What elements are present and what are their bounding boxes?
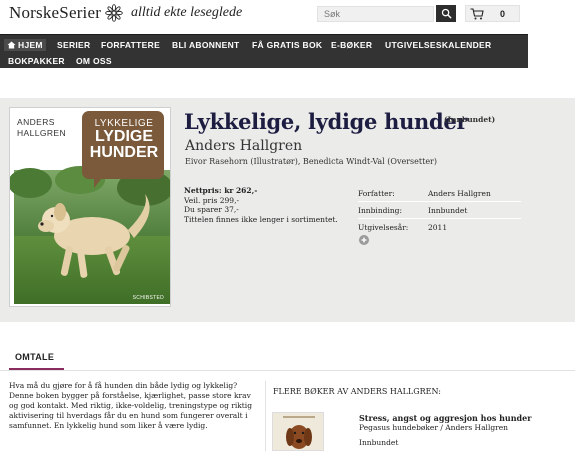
expand-plus-icon[interactable] — [359, 235, 369, 245]
info-value-author[interactable]: Anders Hallgren — [428, 189, 521, 198]
info-row: Innbinding: Innbundet — [358, 202, 521, 219]
more-book-binding: Innbundet — [359, 438, 399, 447]
nav-item-serier[interactable]: SERIER — [57, 40, 90, 50]
cover-title-line3: HUNDER — [89, 144, 159, 161]
cover-author: ANDERS HALLGREN — [17, 117, 67, 138]
tab-omtale[interactable]: OMTALE — [9, 350, 64, 370]
cover-publisher: SCHIBSTED — [132, 295, 164, 301]
product-info-table: Forfatter: Anders Hallgren Innbinding: I… — [358, 185, 521, 236]
book-cover[interactable]: ANDERS HALLGREN LYKKELIGE LYDIGE HUNDER … — [9, 107, 171, 307]
nav-item-utgivelseskalender[interactable]: UTGIVELSESKALENDER — [385, 40, 491, 50]
search-icon — [441, 8, 452, 19]
book-title: Lykkelige, lydige hunder — [184, 109, 468, 134]
search-placeholder: Søk — [324, 9, 341, 19]
book-description: Hva må du gjøre for å få hunden din både… — [9, 381, 252, 430]
cover-title: LYKKELIGE LYDIGE HUNDER — [84, 118, 164, 161]
binding-tag: (Innbundet) — [444, 115, 496, 124]
more-book-cover[interactable] — [272, 412, 324, 451]
cart-icon — [470, 7, 484, 19]
book-contributors: Eivor Rasehorn (Illustratør), Benedicta … — [185, 157, 437, 166]
nav-item-bli-abonnent[interactable]: BLI ABONNENT — [172, 40, 240, 50]
nav-item-bokpakker[interactable]: BOKPAKKER — [8, 56, 65, 66]
info-key-year: Utgivelsesår: — [358, 223, 409, 232]
column-divider — [265, 381, 266, 451]
nav-item-om-oss[interactable]: OM OSS — [76, 56, 112, 66]
cart-count: 0 — [500, 8, 506, 19]
savings: Du sparer 37,- — [184, 205, 239, 214]
net-price: Nettpris: kr 262,- — [184, 186, 258, 195]
more-book-cover-art — [273, 413, 323, 450]
info-row: Utgivelsesår: 2011 — [358, 219, 521, 236]
nav-item-gratis-bok[interactable]: FÅ GRATIS BOK — [252, 40, 322, 50]
search-button[interactable] — [436, 5, 456, 22]
info-key-author: Forfatter: — [358, 188, 395, 198]
home-icon — [7, 41, 16, 49]
availability-note: Tittelen finnes ikke lenger i sortimente… — [184, 214, 338, 224]
more-book-series: Pegasus hundebøker / Anders Hallgren — [359, 423, 509, 432]
main-nav: HJEM SERIER FORFATTERE BLI ABONNENT FÅ G… — [0, 34, 528, 68]
cover-title-line2: LYDIGE — [94, 128, 154, 145]
flower-logo-icon — [105, 4, 123, 22]
site-logo[interactable]: NorskeSerier — [9, 3, 123, 23]
site-tagline: alltid ekte leseglede — [131, 5, 243, 20]
book-author[interactable]: Anders Hallgren — [185, 138, 302, 154]
info-row: Forfatter: Anders Hallgren — [358, 185, 521, 202]
info-key-binding: Innbinding: — [358, 205, 403, 215]
nav-label-home: HJEM — [18, 40, 43, 50]
cart-button[interactable]: 0 — [465, 5, 520, 22]
nav-item-forfattere[interactable]: FORFATTERE — [101, 40, 160, 50]
more-books-heading: FLERE BØKER AV ANDERS HALLGREN: — [273, 387, 441, 396]
logo-text: NorskeSerier — [9, 3, 102, 22]
info-value-year: 2011 — [428, 223, 448, 232]
more-book-title[interactable]: Stress, angst og aggresjon hos hunder — [359, 413, 531, 423]
info-value-binding: Innbundet — [428, 205, 468, 215]
price-block: Nettpris: kr 262,- Veil. pris 299,- Du s… — [184, 186, 338, 224]
nav-item-e-boker[interactable]: E-BØKER — [331, 40, 372, 50]
list-price: Veil. pris 299,- — [184, 195, 239, 205]
search-input[interactable]: Søk — [317, 6, 434, 22]
nav-item-home[interactable]: HJEM — [4, 39, 46, 51]
tab-divider — [0, 370, 575, 371]
